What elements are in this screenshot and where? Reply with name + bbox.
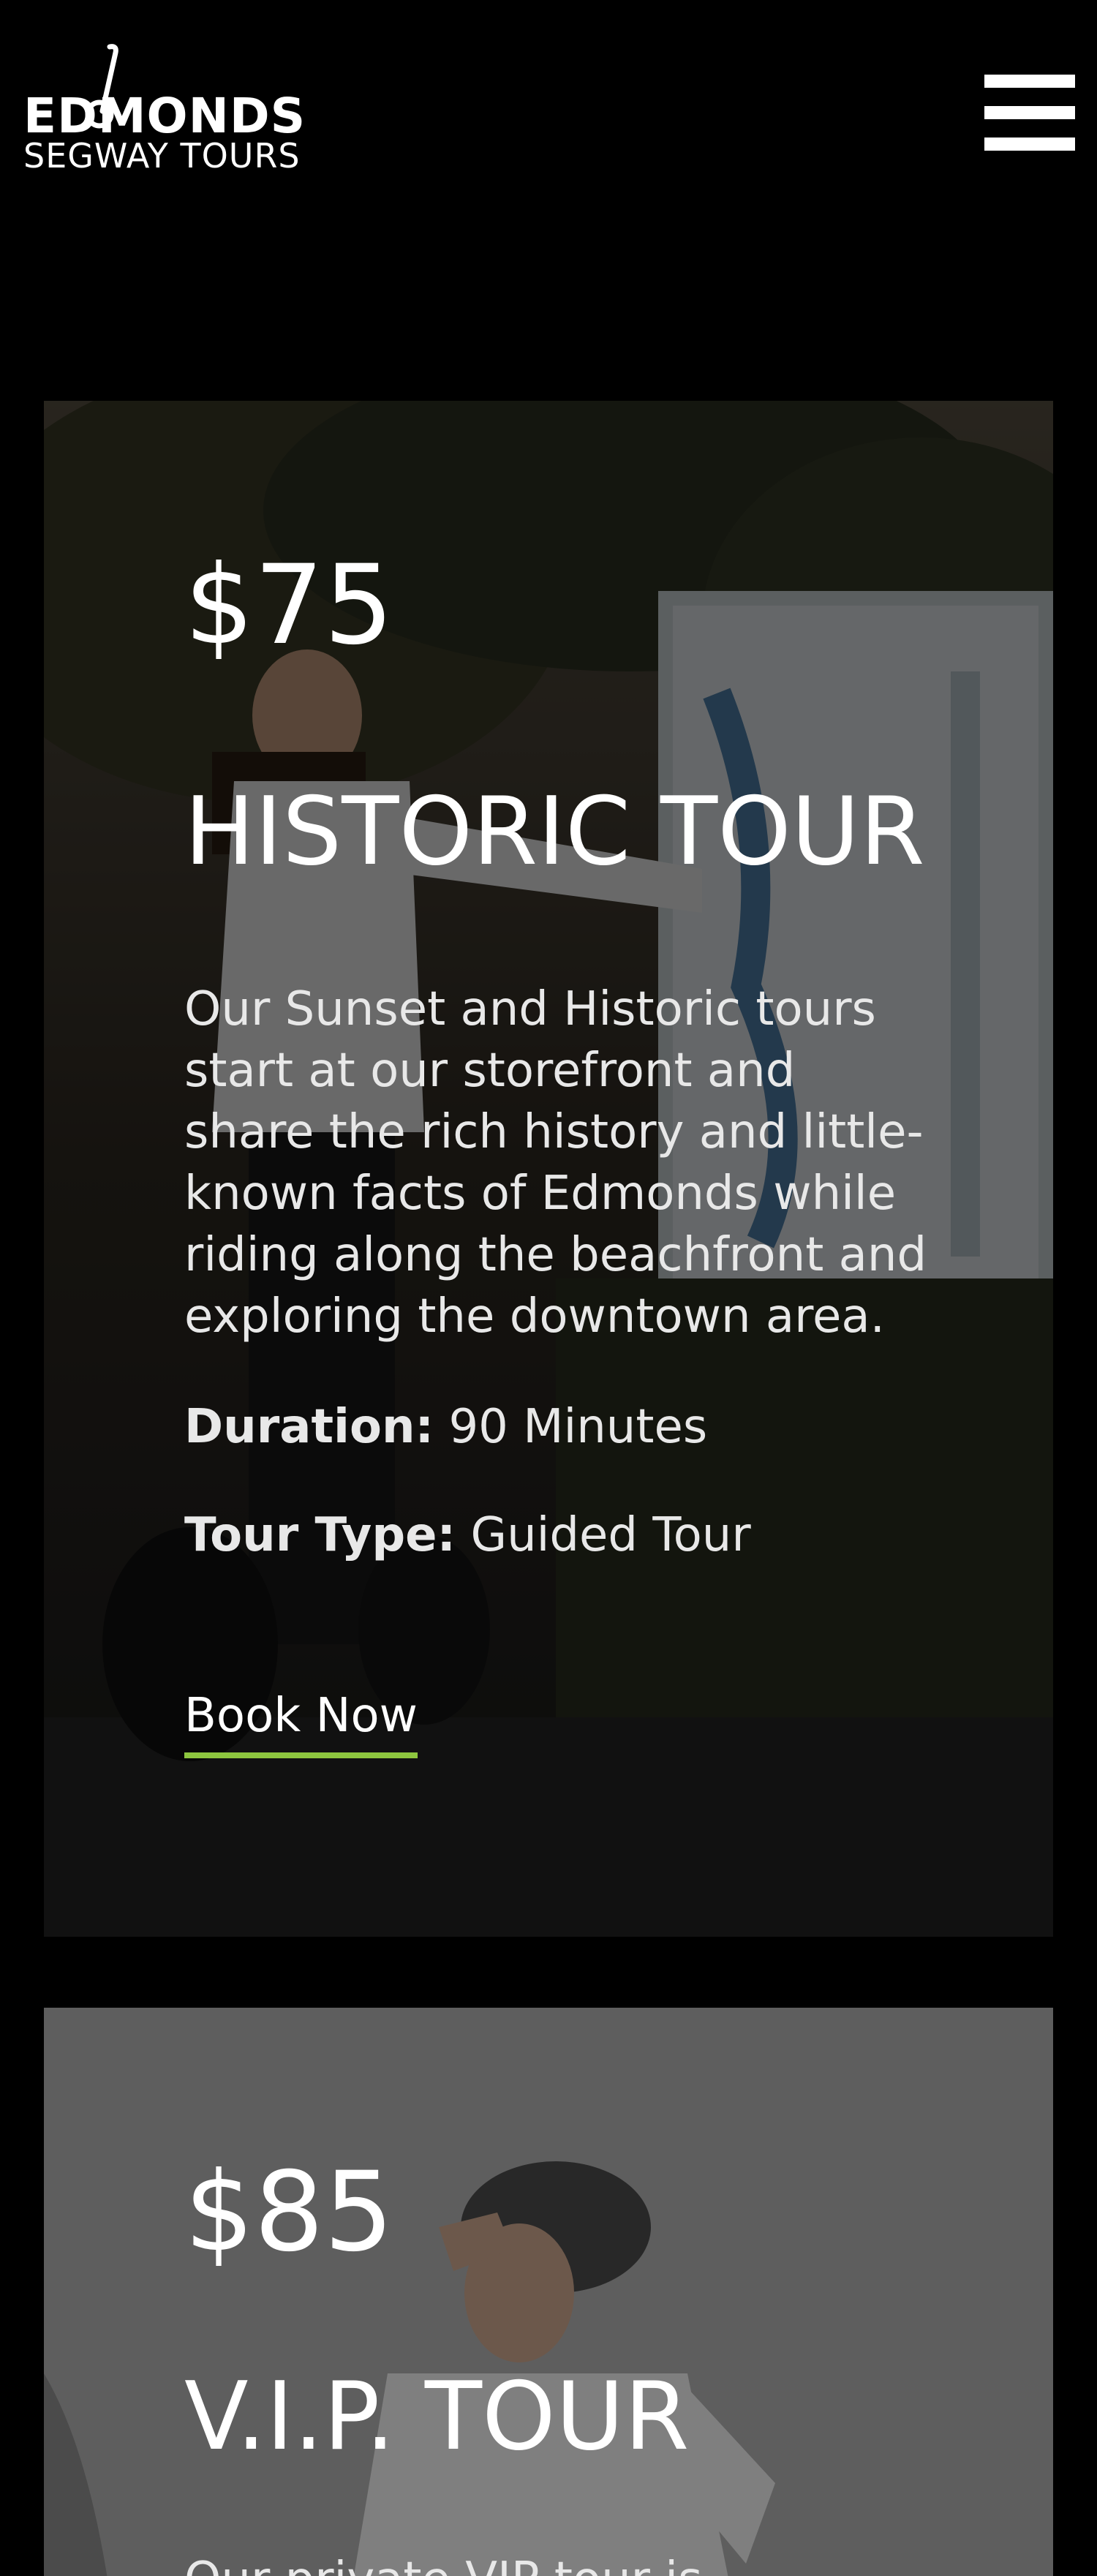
duration-value: 90 Minutes bbox=[448, 1400, 708, 1454]
hamburger-bar bbox=[984, 106, 1075, 119]
tour-price: $85 bbox=[184, 2149, 394, 2276]
hamburger-menu-icon bbox=[984, 75, 1075, 88]
tour-description: Our Sunset and Historic tours start at o… bbox=[184, 982, 927, 1344]
tour-card-historic: $75 HISTORIC TOUR Our Sunset and Histori… bbox=[44, 401, 1053, 1937]
logo-text-segway-tours: SEGWAY TOURS bbox=[23, 136, 301, 176]
hamburger-menu-button[interactable] bbox=[984, 75, 1075, 151]
tour-type: Tour Type: Guided Tour bbox=[184, 1506, 751, 1564]
hamburger-bar bbox=[984, 138, 1075, 151]
tour-title: HISTORIC TOUR bbox=[184, 777, 925, 886]
site-logo[interactable]: EDMONDS SEGWAY TOURS bbox=[23, 44, 309, 183]
book-now-link[interactable]: Book Now bbox=[184, 1687, 418, 1758]
tour-type-label: Tour Type: bbox=[184, 1508, 456, 1562]
site-header: EDMONDS SEGWAY TOURS bbox=[0, 0, 1097, 183]
logo-text-edmonds: EDMONDS bbox=[23, 88, 306, 144]
page: EDMONDS SEGWAY TOURS $75 HISTORIC TOUR O… bbox=[0, 0, 1097, 2576]
duration-label: Duration: bbox=[184, 1400, 434, 1454]
card-overlay bbox=[44, 2008, 1053, 2576]
tour-description: Our private VIP tour is bbox=[184, 2549, 930, 2576]
tour-card-vip: $85 V.I.P. TOUR Our private VIP tour is bbox=[44, 2008, 1053, 2576]
tour-price: $75 bbox=[184, 542, 394, 669]
tour-duration: Duration: 90 Minutes bbox=[184, 1398, 707, 1456]
tour-title: V.I.P. TOUR bbox=[184, 2362, 690, 2471]
tour-type-value: Guided Tour bbox=[470, 1508, 751, 1562]
